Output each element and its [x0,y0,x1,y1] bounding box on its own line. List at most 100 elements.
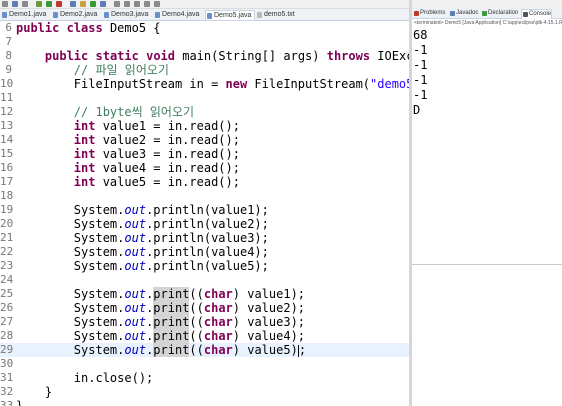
code-line[interactable]: 17 int value5 = in.read(); [0,175,409,189]
code-line[interactable]: 15 int value3 = in.read(); [0,147,409,161]
view-tab-problems[interactable]: Problems [413,9,445,18]
search-icon[interactable] [114,1,120,7]
code-text: } [16,399,24,406]
line-number: 19 [0,203,14,216]
editor-tab[interactable]: Demo1.java [1,10,51,20]
code-line[interactable]: 29 System.out.print((char) value5); [0,343,409,357]
new-class-icon[interactable] [90,1,96,7]
console-output-line: D [413,103,421,117]
code-text: System.out.println(value2); [16,217,269,231]
code-line[interactable]: 22 System.out.println(value4); [0,245,409,259]
code-line[interactable]: 31 in.close(); [0,371,409,385]
view-tab-console[interactable]: Console [521,9,553,19]
line-number: 32 [0,385,14,398]
code-line[interactable]: 30 [0,357,409,371]
debug-icon[interactable] [36,1,42,7]
code-line[interactable]: 7 [0,35,409,49]
code-line[interactable]: 32 } [0,385,409,399]
code-line[interactable]: 16 int value4 = in.read(); [0,161,409,175]
code-text: System.out.println(value4); [16,245,269,259]
editor-tab[interactable]: demo5.txt [256,10,302,20]
editor-tab[interactable]: Demo4.java [154,10,204,20]
line-number: 9 [5,63,12,76]
code-line[interactable]: 13 int value1 = in.read(); [0,119,409,133]
line-number: 25 [0,287,14,300]
line-number: 8 [5,49,12,62]
code-line[interactable]: 23 System.out.println(value5); [0,259,409,273]
code-line[interactable]: 33} [0,399,409,406]
console-output-line: 68 [413,28,428,42]
code-line[interactable]: 21 System.out.println(value3); [0,231,409,245]
code-line[interactable]: 10 FileInputStream in = new FileInputStr… [0,77,409,91]
line-number: 22 [0,245,14,258]
editor-tab[interactable]: Demo2.java [52,10,102,20]
line-number: 17 [0,175,14,188]
line-number: 23 [0,259,14,272]
prev-annotation-icon[interactable] [134,1,140,7]
code-text: System.out.println(value5); [16,259,269,273]
code-text: System.out.println(value3); [16,231,269,245]
line-number: 11 [0,91,14,104]
declaration-icon [482,11,487,16]
editor-tab-label: Demo4.java [162,11,200,18]
code-text: int value4 = in.read(); [73,161,240,175]
code-line[interactable]: 24 [0,273,409,287]
line-number: 16 [0,161,14,174]
code-line[interactable]: 8 public static void main(String[] args)… [0,49,409,63]
new-package-icon[interactable] [80,1,86,7]
next-annotation-icon[interactable] [124,1,130,7]
new-java-project-icon[interactable] [70,1,76,7]
print-icon[interactable] [22,1,28,7]
external-tools-icon[interactable] [56,1,62,7]
text-file-icon [257,12,262,18]
line-number: 6 [5,21,12,34]
console-output-line: -1 [413,73,428,87]
code-line[interactable]: 14 int value2 = in.read(); [0,133,409,147]
editor-tab[interactable]: Demo3.java [103,10,153,20]
back-icon[interactable] [144,1,150,7]
save-icon[interactable] [12,1,18,7]
run-icon[interactable] [46,1,52,7]
console-output-line: -1 [413,58,428,72]
code-text: System.out.print((char) value5); [16,343,307,357]
console-output-line: -1 [413,43,428,57]
view-tab-label: Declaration [488,10,519,16]
code-line[interactable]: 11 [0,91,409,105]
code-text: System.out.print((char) value3); [16,315,306,329]
code-line[interactable]: 26 System.out.print((char) value2); [0,301,409,315]
code-line[interactable]: 20 System.out.println(value2); [0,217,409,231]
code-line[interactable]: 28 System.out.print((char) value4); [0,329,409,343]
line-number: 13 [0,119,14,132]
line-number: 27 [0,315,14,328]
code-line[interactable]: 9 // 파일 읽어오기 [0,63,409,77]
line-number: 26 [0,301,14,314]
code-line[interactable]: 6 public class Demo5 { [0,21,409,35]
code-text: in.close(); [16,371,154,385]
view-tab-declaration[interactable]: Declaration [481,9,518,18]
code-line[interactable]: 12 // 1byte씩 읽어오기 [0,105,409,119]
code-text: // 파일 읽어오기 [73,63,169,77]
editor-tab-label: Demo1.java [9,11,47,18]
java-file-icon [155,12,160,18]
editor-tab-label: demo5.txt [264,11,295,18]
code-text: System.out.print((char) value1); [16,287,306,301]
java-file-icon [104,12,109,18]
code-line[interactable]: 25 System.out.print((char) value1); [0,287,409,301]
editor-tab[interactable]: Demo5.java [205,10,255,20]
view-tab-label: Javadoc [456,10,479,16]
view-tab-javadoc[interactable]: Javadoc [449,9,478,18]
code-line[interactable]: 27 System.out.print((char) value3); [0,315,409,329]
open-type-icon[interactable] [100,1,106,7]
line-number: 14 [0,133,14,146]
console-view: Problems Javadoc Declaration Console <termi… [412,8,562,265]
text-caret [297,344,299,357]
java-file-icon [53,12,58,18]
code-line[interactable]: 19 System.out.println(value1); [0,203,409,217]
code-line[interactable]: 18 [0,189,409,203]
javadoc-icon [450,11,455,16]
new-icon[interactable] [2,1,8,7]
code-editor[interactable]: 6 public class Demo5 {7 8 public static vo… [0,21,409,406]
code-text: System.out.println(value1); [16,203,269,217]
forward-icon[interactable] [154,1,160,7]
editor-tab-label: Demo3.java [111,11,149,18]
